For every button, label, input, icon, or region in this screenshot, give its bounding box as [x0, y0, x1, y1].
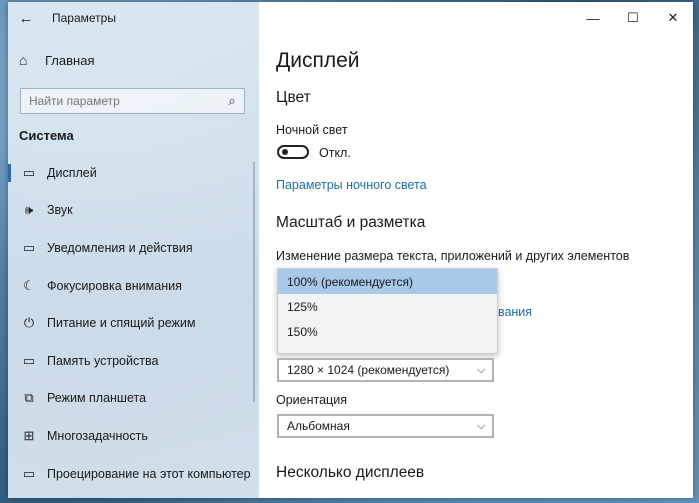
- sidebar-item-focus[interactable]: ☾ Фокусировка внимания: [8, 267, 259, 305]
- sidebar-item-label: Уведомления и действия: [47, 240, 193, 255]
- home-label: Главная: [45, 52, 95, 68]
- power-icon: ⏻: [23, 315, 35, 331]
- sidebar-item-storage[interactable]: ▭ Память устройства: [8, 342, 259, 380]
- sidebar-item-label: Режим планшета: [47, 391, 147, 406]
- title-bar: ← Параметры: [8, 2, 259, 34]
- moon-icon: ☾: [23, 277, 35, 293]
- resolution-select[interactable]: 1280 × 1024 (рекомендуется) ⌵: [277, 358, 494, 382]
- sidebar: ← Параметры ⌂ Главная ⌕ Система ▭ Диспле…: [8, 2, 259, 498]
- scale-label: Изменение размера текста, приложений и д…: [276, 249, 630, 263]
- toggle-knob: [282, 149, 288, 155]
- chevron-down-icon: ⌵: [476, 419, 486, 432]
- night-light-state: Откл.: [319, 146, 351, 160]
- speaker-icon: 🕪: [24, 202, 34, 218]
- scale-option-125[interactable]: 125%: [278, 294, 497, 319]
- sidebar-item-label: Фокусировка внимания: [47, 278, 182, 293]
- settings-window: ← Параметры ⌂ Главная ⌕ Система ▭ Диспле…: [8, 2, 693, 498]
- back-arrow-icon[interactable]: ←: [10, 2, 42, 34]
- sidebar-item-projecting[interactable]: ▭ Проецирование на этот компьютер: [8, 455, 259, 493]
- maximize-icon[interactable]: ☐: [613, 2, 653, 34]
- scale-option-100[interactable]: 100% (рекомендуется): [278, 269, 497, 294]
- night-light-settings-link[interactable]: Параметры ночного света: [276, 178, 427, 192]
- sidebar-item-label: Память устройства: [47, 353, 159, 368]
- sidebar-item-label: Питание и спящий режим: [47, 316, 196, 331]
- resolution-value: 1280 × 1024 (рекомендуется): [287, 363, 450, 377]
- minimize-icon[interactable]: —: [573, 2, 613, 34]
- sidebar-item-power[interactable]: ⏻ Питание и спящий режим: [8, 304, 259, 342]
- sidebar-item-label: Многозадачность: [47, 428, 148, 443]
- monitor-icon: ▭: [22, 164, 36, 180]
- multitasking-icon: ⊞: [23, 427, 35, 443]
- sidebar-item-label: Проецирование на этот компьютер: [47, 466, 251, 481]
- search-input[interactable]: [21, 93, 220, 109]
- sidebar-item-multitasking[interactable]: ⊞ Многозадачность: [8, 417, 259, 455]
- orientation-select[interactable]: Альбомная ⌵: [277, 414, 494, 438]
- sidebar-item-sound[interactable]: 🕪 Звук: [8, 192, 259, 230]
- multiple-displays-heading: Несколько дисплеев: [276, 464, 425, 481]
- search-box[interactable]: ⌕: [20, 88, 245, 114]
- sidebar-nav: ▭ Дисплей 🕪 Звук ▭ Уведомления и действи…: [8, 154, 259, 492]
- close-icon[interactable]: ✕: [653, 2, 693, 34]
- storage-icon: ▭: [22, 352, 36, 368]
- scale-option-150[interactable]: 150%: [278, 319, 497, 344]
- home-link[interactable]: ⌂ Главная: [19, 52, 94, 68]
- sidebar-item-label: Звук: [47, 203, 73, 218]
- orientation-label: Ориентация: [276, 393, 347, 407]
- projector-icon: ▭: [22, 465, 36, 481]
- section-heading-system: Система: [19, 128, 74, 143]
- chevron-down-icon: ⌵: [476, 363, 486, 376]
- app-title: Параметры: [52, 11, 116, 25]
- sidebar-item-label: Дисплей: [47, 165, 97, 180]
- message-icon: ▭: [22, 239, 36, 255]
- window-controls: — ☐ ✕: [573, 2, 693, 34]
- sidebar-item-display[interactable]: ▭ Дисплей: [8, 154, 259, 192]
- page-title: Дисплей: [276, 49, 360, 72]
- sidebar-scrollbar[interactable]: [253, 162, 255, 402]
- orientation-value: Альбомная: [287, 419, 350, 433]
- sidebar-item-tablet[interactable]: ⧉ Режим планшета: [8, 380, 259, 418]
- home-icon: ⌂: [19, 52, 28, 68]
- scale-dropdown-list: 100% (рекомендуется) 125% 150%: [277, 268, 498, 354]
- tablet-icon: ⧉: [24, 390, 34, 406]
- night-light-toggle[interactable]: [277, 145, 309, 159]
- color-heading: Цвет: [276, 89, 311, 106]
- search-icon[interactable]: ⌕: [220, 93, 244, 109]
- main-content: — ☐ ✕ Дисплей Цвет Ночной свет Откл. Пар…: [259, 2, 693, 498]
- night-light-label: Ночной свет: [276, 123, 348, 137]
- scale-heading: Масштаб и разметка: [276, 214, 426, 231]
- sidebar-item-notifications[interactable]: ▭ Уведомления и действия: [8, 229, 259, 267]
